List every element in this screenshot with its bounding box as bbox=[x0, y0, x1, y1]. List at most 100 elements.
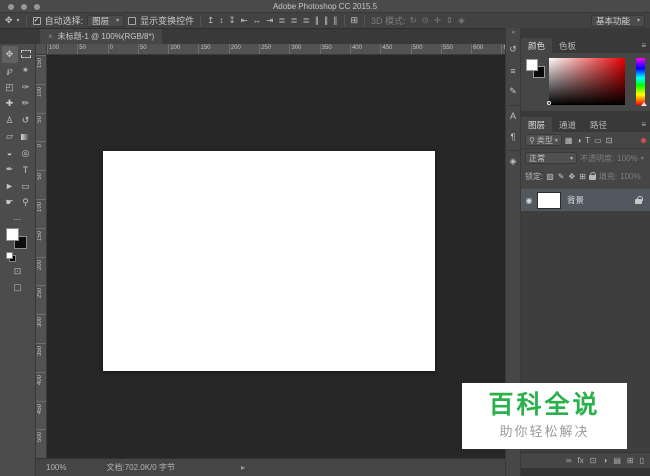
path-selection-tool[interactable]: ► bbox=[2, 178, 18, 195]
auto-select-dropdown[interactable]: 图层 ▾ bbox=[87, 14, 125, 27]
link-layers-icon[interactable]: ∞ bbox=[566, 456, 572, 465]
hand-tool[interactable]: ☛ bbox=[2, 195, 18, 212]
align-left-icon[interactable]: ⇤ bbox=[241, 16, 248, 25]
layer-group-icon[interactable]: ▤ bbox=[613, 456, 621, 465]
layer-row-background[interactable]: ◉ 背景 bbox=[521, 189, 650, 211]
properties-panel-icon[interactable]: ≡ bbox=[505, 60, 521, 81]
document-tab[interactable]: × 未标题-1 @ 100%(RGB/8*) bbox=[40, 29, 163, 44]
hue-slider[interactable] bbox=[636, 58, 645, 105]
distribute-hcenter-icon[interactable]: ∥ bbox=[324, 16, 328, 25]
dodge-tool[interactable]: ◎ bbox=[18, 145, 34, 162]
tab-paths[interactable]: 路径 bbox=[583, 117, 614, 132]
align-right-icon[interactable]: ⇥ bbox=[266, 16, 273, 25]
shape-tool[interactable]: ▭ bbox=[18, 178, 34, 195]
ruler-tick: 150 bbox=[36, 227, 46, 257]
delete-layer-icon[interactable]: ▯ bbox=[640, 456, 644, 465]
blend-mode-dropdown[interactable]: 正常 ▾ bbox=[525, 152, 577, 164]
lock-all-icon[interactable] bbox=[588, 171, 597, 180]
watermark-subtitle: 助你轻松解决 bbox=[499, 423, 590, 439]
foreground-color-swatch[interactable] bbox=[526, 59, 538, 71]
history-panel-icon[interactable]: ↺ bbox=[505, 39, 521, 60]
lock-artboard-icon[interactable]: ⊞ bbox=[579, 172, 586, 181]
gradient-tool[interactable] bbox=[18, 129, 34, 146]
tab-swatches[interactable]: 色板 bbox=[552, 38, 583, 53]
paragraph-panel-icon[interactable]: ¶ bbox=[505, 126, 521, 147]
brush-settings-panel-icon[interactable]: ✎ bbox=[505, 81, 521, 102]
healing-brush-tool[interactable]: ✚ bbox=[2, 96, 18, 113]
edit-toolbar-icon[interactable]: ⋯ bbox=[13, 215, 22, 224]
lock-transparent-icon[interactable]: ▨ bbox=[546, 172, 554, 181]
expand-dock-icon[interactable]: « bbox=[512, 30, 516, 36]
marquee-tool[interactable] bbox=[18, 46, 34, 63]
workspace-dropdown[interactable]: 基本功能 ▾ bbox=[590, 14, 645, 27]
align-vcenter-icon[interactable]: ↕ bbox=[219, 16, 223, 25]
character-panel-icon[interactable]: A bbox=[505, 105, 521, 126]
show-transform-checkbox[interactable] bbox=[128, 16, 137, 25]
zoom-level-field[interactable]: 100% bbox=[46, 463, 66, 472]
3d-scale-icon[interactable]: ◈ bbox=[458, 16, 465, 25]
distribute-vcenter-icon[interactable]: ≣ bbox=[291, 16, 298, 25]
filter-smart-object-icon[interactable]: ⊡ bbox=[606, 136, 613, 145]
document-canvas[interactable] bbox=[103, 151, 435, 371]
default-colors-icon[interactable] bbox=[5, 252, 16, 262]
3d-slide-icon[interactable]: ⇕ bbox=[446, 16, 453, 25]
align-hcenter-icon[interactable]: ↔ bbox=[253, 16, 262, 25]
align-bottom-icon[interactable]: ↧ bbox=[229, 16, 236, 25]
layer-name[interactable]: 背景 bbox=[567, 194, 635, 206]
crop-tool[interactable]: ◰ bbox=[2, 79, 18, 96]
move-tool[interactable]: ✥ bbox=[1, 46, 18, 63]
adjustment-layer-icon[interactable]: ◑ bbox=[602, 456, 607, 465]
tab-channels[interactable]: 通道 bbox=[552, 117, 583, 132]
color-picker-marker[interactable] bbox=[547, 101, 551, 105]
magic-wand-tool[interactable]: ✴ bbox=[18, 63, 34, 80]
quick-mask-icon[interactable]: ⊡ bbox=[14, 266, 22, 277]
lasso-tool[interactable]: ℘ bbox=[2, 63, 18, 80]
panel-menu-icon[interactable]: ≡ bbox=[641, 38, 650, 53]
distribute-bottom-icon[interactable]: ≣ bbox=[303, 16, 310, 25]
clone-stamp-tool[interactable]: ♙ bbox=[2, 112, 18, 129]
saturation-brightness-field[interactable] bbox=[549, 58, 625, 105]
layer-style-icon[interactable]: fx bbox=[578, 456, 584, 465]
filter-type-icon[interactable]: T bbox=[585, 136, 590, 145]
filter-adjustment-icon[interactable]: ◑ bbox=[576, 136, 581, 145]
tool-preset-caret-icon[interactable]: ▾ bbox=[17, 17, 20, 24]
panel-menu-icon[interactable]: ≡ bbox=[641, 117, 650, 132]
fill-value[interactable]: 100% bbox=[620, 172, 640, 181]
distribute-right-icon[interactable]: ∥ bbox=[333, 16, 337, 25]
layer-thumbnail[interactable] bbox=[537, 191, 561, 209]
lock-position-icon[interactable]: ✥ bbox=[569, 172, 576, 181]
auto-select-checkbox[interactable]: ✓ bbox=[32, 16, 41, 25]
eyedropper-tool[interactable]: ✑ bbox=[18, 79, 34, 96]
align-top-icon[interactable]: ↥ bbox=[207, 16, 214, 25]
layer-filter-type-dropdown[interactable]: ⚲ 类型 ▾ bbox=[525, 134, 562, 146]
distribute-top-icon[interactable]: ≣ bbox=[278, 16, 285, 25]
tab-layers[interactable]: 图层 bbox=[521, 117, 553, 132]
foreground-color-swatch[interactable] bbox=[5, 228, 19, 241]
screen-mode-icon[interactable]: ▢ bbox=[13, 282, 22, 293]
3d-drag-icon[interactable]: ✛ bbox=[434, 16, 441, 25]
3d-roll-icon[interactable]: ⊙ bbox=[422, 16, 429, 25]
filter-pixel-icon[interactable]: ▦ bbox=[565, 136, 573, 145]
zoom-tool[interactable]: ⚲ bbox=[18, 195, 34, 212]
filter-shape-icon[interactable]: ▭ bbox=[594, 136, 602, 145]
status-menu-chevron-icon[interactable]: ▸ bbox=[241, 463, 245, 472]
tab-color[interactable]: 颜色 bbox=[521, 38, 553, 53]
brush-tool[interactable]: ✏ bbox=[18, 96, 34, 113]
layer-filter-toggle[interactable] bbox=[641, 137, 646, 143]
pen-tool[interactable]: ✒ bbox=[2, 162, 18, 179]
3d-rotate-icon[interactable]: ↻ bbox=[410, 16, 417, 25]
history-brush-tool[interactable]: ↺ bbox=[18, 112, 34, 129]
type-tool[interactable]: T bbox=[18, 162, 34, 179]
opacity-value[interactable]: 100% bbox=[617, 154, 637, 163]
blur-tool[interactable]: ◒ bbox=[2, 145, 18, 162]
distribute-left-icon[interactable]: ∥ bbox=[315, 16, 319, 25]
hue-slider-marker[interactable] bbox=[641, 102, 647, 106]
new-layer-icon[interactable]: ⊞ bbox=[627, 456, 634, 465]
lock-pixels-icon[interactable]: ✎ bbox=[558, 172, 565, 181]
3d-panel-icon[interactable]: ◈ bbox=[505, 150, 521, 171]
auto-align-icon[interactable]: ⊞ bbox=[351, 16, 359, 25]
eraser-tool[interactable]: ▱ bbox=[2, 129, 18, 146]
layer-mask-icon[interactable]: ⊡ bbox=[590, 456, 597, 465]
tab-close-icon[interactable]: × bbox=[48, 32, 53, 41]
layer-visibility-eye-icon[interactable]: ◉ bbox=[521, 196, 537, 205]
